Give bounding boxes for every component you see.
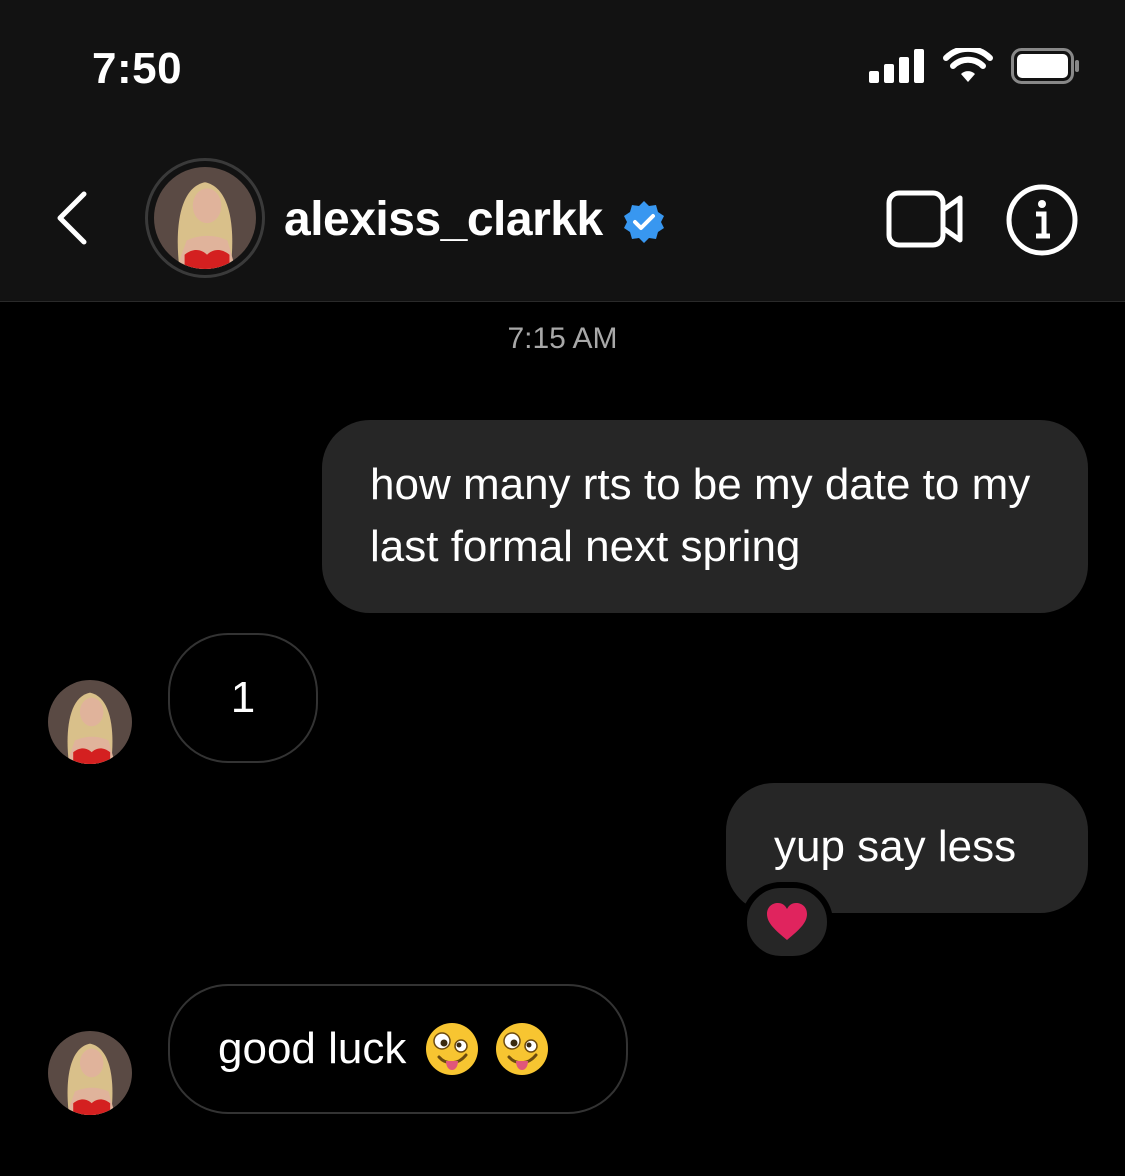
back-chevron-icon[interactable] [48,188,98,248]
zany-face-emoji-icon [426,1023,479,1075]
zany-face-emoji-icon [496,1023,549,1075]
video-call-icon[interactable] [886,188,966,250]
top-bar: 7:50 alexiss_clarkk [0,0,1125,302]
status-time: 7:50 [92,44,183,93]
signal-icon [869,49,924,83]
sender-avatar[interactable] [48,680,132,764]
message-incoming[interactable]: good luck [168,984,628,1114]
message-outgoing[interactable]: how many rts to be my date to my last fo… [322,420,1088,613]
profile-photo [48,1031,132,1115]
heart-icon [767,903,807,940]
chat-header: alexiss_clarkk [0,150,1125,290]
header-avatar[interactable] [145,158,265,278]
message-text: 1 [230,673,256,722]
verified-badge-icon [624,201,664,243]
reaction-badge[interactable] [741,882,833,962]
username[interactable]: alexiss_clarkk [284,192,603,247]
wifi-icon [943,48,993,82]
chat-timestamp: 7:15 AM [507,322,618,355]
profile-photo [48,680,132,764]
info-icon[interactable] [1006,184,1078,256]
message-incoming[interactable]: 1 [168,633,318,763]
status-icons [869,48,1081,84]
sender-avatar[interactable] [48,1031,132,1115]
profile-photo [154,167,256,269]
battery-icon [1011,48,1079,84]
message-text: good luck [218,1024,407,1073]
